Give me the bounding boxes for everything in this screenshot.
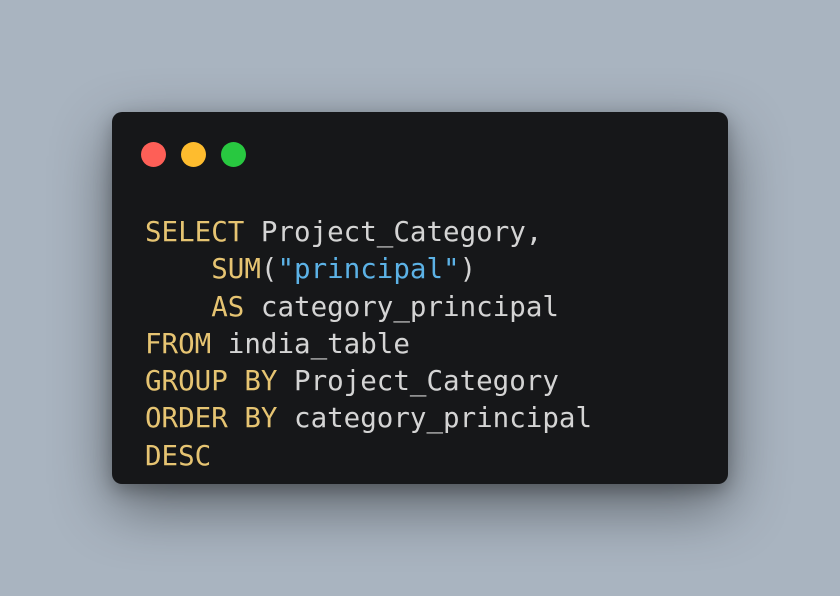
close-button[interactable] bbox=[141, 142, 166, 167]
code-token-pl: ) bbox=[459, 253, 477, 286]
code-line: ORDER BY category_principal bbox=[145, 400, 592, 437]
code-line: FROM india_table bbox=[145, 326, 592, 363]
code-line: DESC bbox=[145, 438, 592, 475]
code-token-kw: FROM bbox=[145, 327, 212, 360]
code-token-pl: Project_Category bbox=[277, 365, 559, 398]
code-line: SUM("principal") bbox=[145, 251, 592, 288]
window-controls bbox=[141, 142, 261, 167]
code-token-kw: AS bbox=[211, 290, 245, 323]
code-token-str: "principal" bbox=[277, 253, 460, 286]
code-line: AS category_principal bbox=[145, 289, 592, 326]
minimize-button[interactable] bbox=[181, 142, 206, 167]
code-token-kw: GROUP BY bbox=[145, 365, 278, 398]
code-token-pl: Project_Category, bbox=[244, 216, 543, 248]
code-token-fn: SUM bbox=[211, 253, 261, 286]
code-token-pl: category_principal bbox=[277, 402, 593, 435]
code-line: GROUP BY Project_Category bbox=[145, 363, 592, 400]
code-token-pl: india_table bbox=[211, 327, 410, 360]
code-token-pl: category_principal bbox=[244, 290, 559, 323]
code-window: SELECT Project_Category, SUM("principal"… bbox=[112, 112, 728, 484]
code-token-kw: SELECT bbox=[145, 216, 245, 248]
code-block: SELECT Project_Category, SUM("principal"… bbox=[145, 214, 592, 475]
maximize-button[interactable] bbox=[221, 142, 246, 167]
code-line: SELECT Project_Category, bbox=[145, 214, 592, 251]
code-token-kw: DESC bbox=[145, 439, 212, 472]
code-token-kw: ORDER BY bbox=[145, 402, 278, 435]
code-token-pl: ( bbox=[260, 253, 278, 286]
